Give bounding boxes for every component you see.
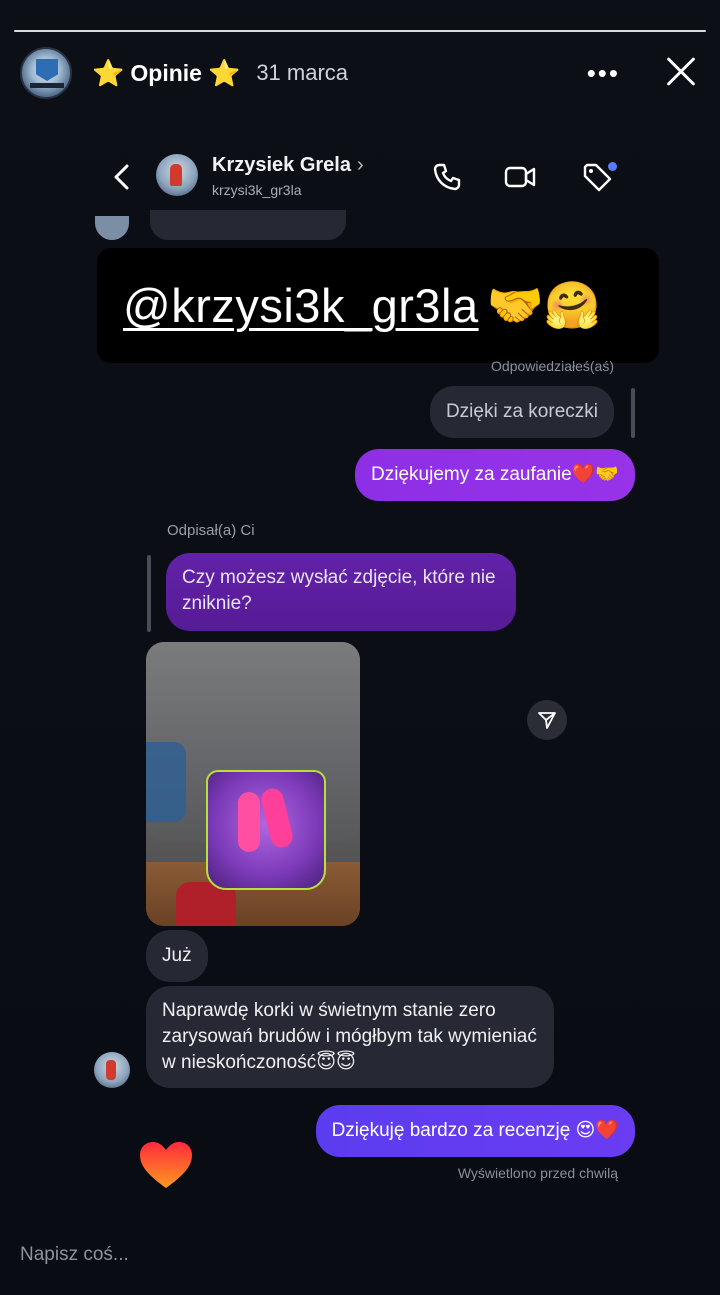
- mention-text: @krzysi3k_gr3la: [123, 279, 479, 332]
- close-icon[interactable]: [660, 52, 700, 92]
- handshake-hug-emoji: 🤝🤗: [486, 278, 602, 332]
- phone-icon[interactable]: [430, 160, 464, 194]
- quote-bar: [147, 555, 151, 632]
- heart-reaction-icon[interactable]: [138, 1140, 194, 1192]
- more-options-icon[interactable]: •••: [587, 58, 620, 89]
- share-icon[interactable]: [527, 700, 567, 740]
- profile-avatar[interactable]: [20, 47, 72, 99]
- dm-contact-handle: krzysi3k_gr3la: [212, 182, 302, 198]
- quoted-message[interactable]: Dzięki za koreczki: [429, 386, 614, 438]
- progress-segment: [14, 30, 706, 32]
- quote-bar: [631, 388, 635, 438]
- chevron-right-icon: ›: [356, 154, 364, 176]
- sent-message[interactable]: Dziękuję bardzo za recenzję 😍❤️: [315, 1105, 635, 1157]
- replied-to-you-label: Odpisał(a) Ci: [167, 522, 255, 539]
- quoted-message[interactable]: Czy możesz wysłać zdjęcie, które nie zni…: [166, 553, 516, 631]
- story-title[interactable]: ⭐ Opinie ⭐: [92, 60, 240, 87]
- sent-message[interactable]: Dziękujemy za zaufanie❤️🤝: [355, 449, 635, 501]
- mention-sticker[interactable]: @krzysi3k_gr3la 🤝🤗: [97, 248, 659, 363]
- star-icon: ⭐: [207, 58, 241, 88]
- dm-contact-name[interactable]: Krzysiek Grela ›: [212, 154, 364, 177]
- story-title-text: Opinie: [130, 59, 202, 86]
- notification-dot: [608, 162, 617, 171]
- photo-message[interactable]: [146, 642, 360, 926]
- star-icon: ⭐: [92, 58, 125, 88]
- seen-status: Wyświetlono przed chwilą: [457, 1165, 618, 1181]
- story-date: 31 marca: [256, 60, 349, 85]
- received-message[interactable]: Już: [146, 930, 208, 982]
- logo-icon: [36, 59, 58, 81]
- received-message[interactable]: Naprawdę korki w świetnym stanie zero za…: [146, 986, 554, 1088]
- avatar: [95, 216, 129, 240]
- story-header: ⭐ Opinie ⭐ 31 marca •••: [20, 46, 700, 100]
- message-bubble-partial: [150, 210, 346, 240]
- dm-avatar[interactable]: [156, 154, 198, 196]
- replied-label: Odpowiedziałeś(aś): [491, 358, 614, 374]
- message-input[interactable]: Napisz coś...: [20, 1244, 320, 1266]
- dm-screenshot: Krzysiek Grela › krzysi3k_gr3la @krzysi3k…: [70, 130, 659, 1220]
- story-viewer: ⭐ Opinie ⭐ 31 marca ••• Krzysiek Grela › …: [0, 0, 720, 1295]
- story-progress-bar: [14, 30, 706, 33]
- video-call-icon[interactable]: [503, 160, 537, 194]
- avatar[interactable]: [94, 1052, 130, 1088]
- back-arrow-icon[interactable]: [110, 162, 134, 192]
